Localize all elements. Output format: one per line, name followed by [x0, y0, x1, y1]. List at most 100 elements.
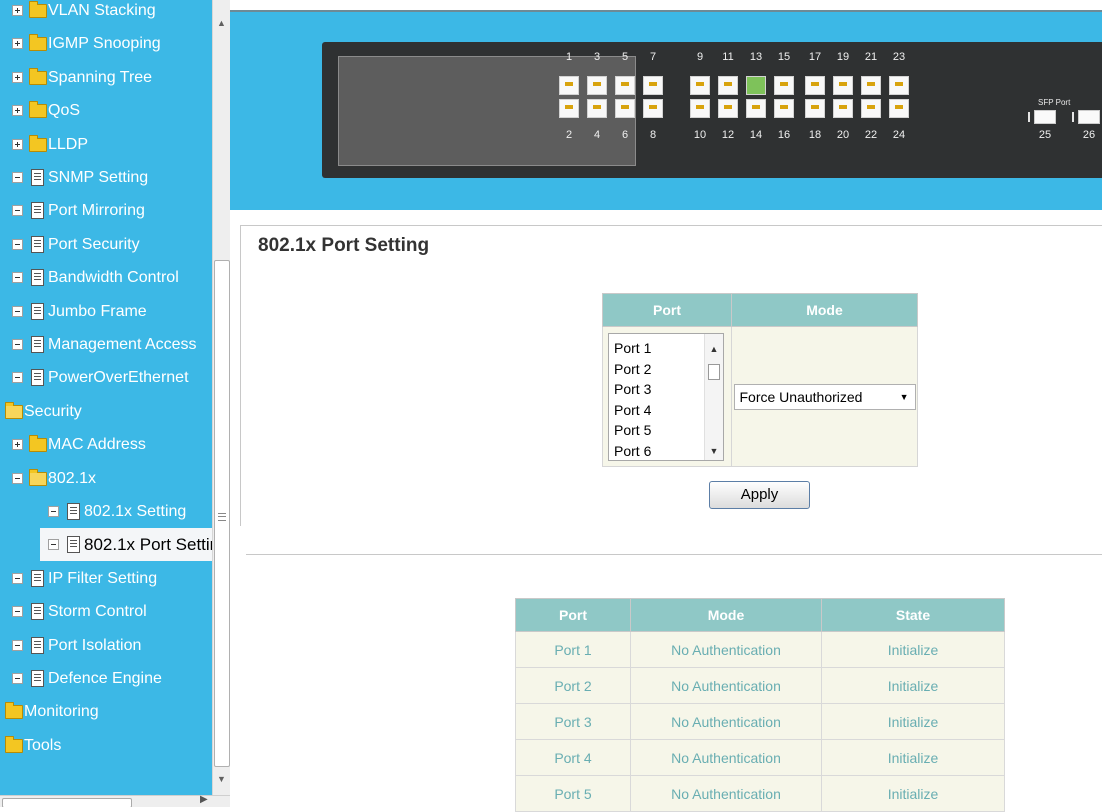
sidebar-item[interactable]: Jumbo Frame	[0, 295, 212, 328]
sidebar-item[interactable]: Port Security	[0, 228, 212, 261]
ethernet-port-icon[interactable]	[559, 99, 579, 118]
ethernet-port-icon[interactable]	[833, 99, 853, 118]
ethernet-port-icon[interactable]	[690, 76, 710, 95]
collapse-icon[interactable]	[12, 238, 23, 250]
ethernet-port-icon[interactable]	[861, 76, 881, 95]
sidebar-item[interactable]: Bandwidth Control	[0, 261, 212, 294]
expand-icon[interactable]	[12, 5, 23, 16]
ethernet-port-icon[interactable]	[587, 76, 607, 95]
sidebar-item[interactable]: Storm Control	[0, 595, 212, 628]
ethernet-port-icon[interactable]	[889, 99, 909, 118]
folder-icon	[29, 134, 47, 152]
expand-icon[interactable]	[12, 38, 23, 50]
ethernet-port-icon[interactable]	[861, 99, 881, 118]
ethernet-port-icon[interactable]	[774, 99, 794, 118]
table-row: Port 2 No Authentication Initialize	[515, 667, 1005, 704]
ethernet-port-icon[interactable]	[643, 76, 663, 95]
sidebar-item-label: Jumbo Frame	[48, 302, 147, 320]
ethernet-port-icon[interactable]	[774, 76, 794, 95]
port-list-option[interactable]: Port 2	[614, 361, 651, 377]
ethernet-port-icon[interactable]	[889, 76, 909, 95]
expand-icon[interactable]	[12, 439, 23, 451]
sidebar-item[interactable]: Defence Engine	[0, 662, 212, 695]
apply-button[interactable]: Apply	[709, 481, 810, 509]
sidebar-item-label: Security	[24, 402, 82, 420]
port-listbox[interactable]: Port 1 Port 2 Port 3 Port 4 Port 5 Port 6 ▲ ▼	[608, 333, 724, 461]
ethernet-port-icon[interactable]	[718, 99, 738, 118]
listbox-scrollbar[interactable]: ▲ ▼	[704, 334, 723, 460]
ethernet-port-icon[interactable]	[718, 76, 738, 95]
horizontal-scrollbar-thumb[interactable]	[2, 798, 132, 807]
ethernet-port-icon[interactable]	[805, 99, 825, 118]
collapse-icon[interactable]	[12, 639, 23, 651]
status-state-cell: Initialize	[821, 739, 1005, 776]
sidebar-item[interactable]: Tools	[0, 729, 212, 762]
ethernet-port-icon[interactable]	[746, 76, 766, 95]
expand-icon[interactable]	[12, 105, 23, 117]
collapse-icon[interactable]	[48, 539, 59, 551]
sidebar-item[interactable]: PowerOverEthernet	[0, 361, 212, 394]
sidebar-item[interactable]: VLAN Stacking	[0, 0, 212, 27]
expand-icon[interactable]	[12, 71, 23, 83]
sidebar-item[interactable]: QoS	[0, 94, 212, 127]
port-list-option[interactable]: Port 3	[614, 381, 651, 397]
sidebar-item[interactable]: 802.1x	[0, 462, 212, 495]
sidebar-item[interactable]: Monitoring	[0, 695, 212, 728]
sidebar-item[interactable]: 802.1x Setting	[0, 495, 212, 528]
scroll-up-arrow-icon[interactable]: ▲	[213, 15, 230, 32]
sidebar-item[interactable]: Spanning Tree	[0, 61, 212, 94]
ethernet-port-icon[interactable]	[805, 76, 825, 95]
sfp-port-icon[interactable]	[1078, 110, 1100, 124]
ethernet-port-icon[interactable]	[833, 76, 853, 95]
sidebar-item[interactable]: Port Mirroring	[0, 194, 212, 227]
sfp-port-number: 26	[1082, 129, 1096, 141]
top-strip	[230, 0, 1102, 12]
ethernet-port-icon[interactable]	[615, 99, 635, 118]
sidebar-item[interactable]: LLDP	[0, 128, 212, 161]
sidebar-item[interactable]: 802.1x Port Setting	[40, 528, 212, 562]
sidebar-item[interactable]: Port Isolation	[0, 629, 212, 662]
ethernet-port-icon[interactable]	[587, 99, 607, 118]
port-list-option[interactable]: Port 1	[614, 340, 651, 356]
collapse-icon[interactable]	[12, 606, 23, 618]
scroll-right-arrow-icon[interactable]: ▶	[200, 794, 208, 805]
port-list-option[interactable]: Port 6	[614, 443, 651, 459]
sidebar-item[interactable]: Management Access	[0, 328, 212, 361]
sidebar-item[interactable]: SNMP Setting	[0, 161, 212, 194]
collapse-icon[interactable]	[12, 272, 23, 284]
sidebar-scrollbar-thumb[interactable]	[214, 260, 230, 767]
status-port-cell: Port 1	[515, 631, 631, 668]
scroll-down-arrow-icon[interactable]: ▼	[213, 771, 230, 788]
listbox-scroll-thumb[interactable]	[708, 364, 720, 380]
sidebar-item[interactable]: IP Filter Setting	[0, 562, 212, 595]
sidebar: VLAN Stacking IGMP Snooping Spanning Tree Q…	[0, 0, 230, 807]
collapse-icon[interactable]	[12, 305, 23, 317]
expand-icon[interactable]	[12, 138, 23, 150]
sidebar-scrollbar[interactable]: ▲ ▼	[212, 0, 230, 795]
mode-select[interactable]: Force Unauthorized ▼	[733, 383, 916, 410]
collapse-icon[interactable]	[12, 572, 23, 584]
collapse-icon[interactable]	[12, 673, 23, 684]
ethernet-port-icon[interactable]	[559, 76, 579, 95]
listbox-up-arrow-icon[interactable]: ▲	[705, 344, 723, 354]
collapse-icon[interactable]	[12, 372, 23, 384]
collapse-icon[interactable]	[48, 506, 59, 517]
sfp-port-icon[interactable]	[1034, 110, 1056, 124]
collapse-icon[interactable]	[12, 172, 23, 183]
sidebar-item[interactable]: Security	[0, 395, 212, 428]
ethernet-port-icon[interactable]	[690, 99, 710, 118]
sidebar-horizontal-scrollbar[interactable]: ▶	[0, 794, 230, 807]
ethernet-port-icon[interactable]	[643, 99, 663, 118]
collapse-icon[interactable]	[12, 339, 23, 350]
sfp-port-label: SFP Port	[1038, 98, 1071, 107]
ethernet-port-icon[interactable]	[746, 99, 766, 118]
sidebar-item[interactable]: MAC Address	[0, 428, 212, 461]
status-port-cell: Port 2	[515, 667, 631, 704]
ethernet-port-icon[interactable]	[615, 76, 635, 95]
collapse-icon[interactable]	[12, 472, 23, 484]
port-list-option[interactable]: Port 4	[614, 402, 651, 418]
port-list-option[interactable]: Port 5	[614, 422, 651, 438]
listbox-down-arrow-icon[interactable]: ▼	[705, 446, 723, 456]
collapse-icon[interactable]	[12, 205, 23, 217]
sidebar-item[interactable]: IGMP Snooping	[0, 27, 212, 60]
